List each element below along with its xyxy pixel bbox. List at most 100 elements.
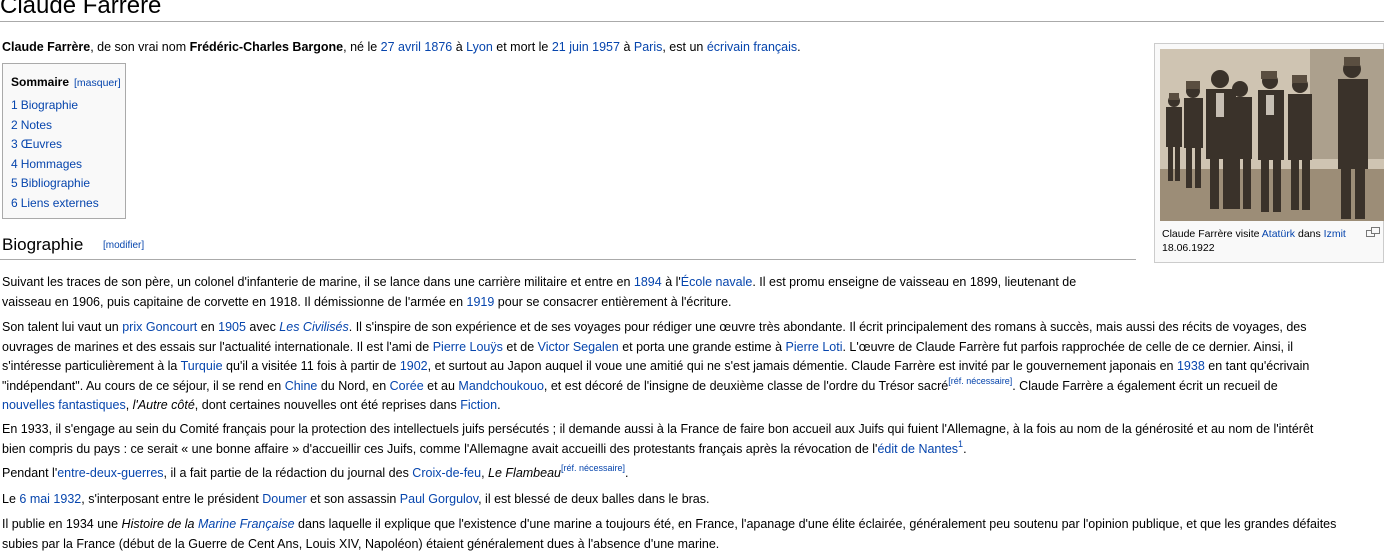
wiki-link[interactable]: Pierre Loti <box>786 340 843 354</box>
wiki-link[interactable]: École navale <box>681 275 753 289</box>
toc-item[interactable]: 3 Œuvres <box>11 137 99 157</box>
text-run: , et surtout au Japon auquel il voue une… <box>427 359 1177 373</box>
text-run: à <box>452 40 467 54</box>
toc-item[interactable]: 1 Biographie <box>11 98 99 118</box>
lead-paragraph: Claude Farrère, de son vrai nom Frédéric… <box>2 40 1142 55</box>
text-run: Suivant les traces de son père, un colon… <box>2 275 634 289</box>
toc-link[interactable]: 4 Hommages <box>11 157 82 171</box>
text-run: Pendant l' <box>2 466 58 480</box>
text-run: qu'il a visitée 11 fois à partir de <box>222 359 400 373</box>
text-run: , il est blessé de deux balles dans le b… <box>478 492 710 506</box>
wiki-link[interactable]: 27 avril 1876 <box>381 40 453 54</box>
wiki-link[interactable]: Chine <box>285 379 318 393</box>
wiki-link[interactable]: Paul Gorgulov <box>400 492 478 506</box>
text-run: . Il est promu enseigne de vaisseau en 1… <box>752 275 1077 289</box>
text-run: subies par la France (début de la Guerre… <box>2 536 720 551</box>
text-run: . <box>797 40 801 54</box>
wiki-link[interactable]: Mandchoukouo <box>458 379 543 393</box>
enlarge-icon[interactable] <box>1366 227 1380 237</box>
text-run: et son assassin <box>306 492 400 506</box>
wiki-link[interactable]: Les Civilisés <box>279 320 348 334</box>
italic-text: Histoire de la <box>121 517 198 531</box>
wiki-link[interactable]: Marine Française <box>198 517 295 531</box>
text-run: et porta une grande estime à <box>618 339 786 354</box>
text-run: , s'interposant entre le président <box>81 492 263 506</box>
thumbnail-figure: Claude Farrère visite Atatürk dans Izmit… <box>1154 43 1384 263</box>
wiki-link[interactable]: Pierre Louÿs <box>433 340 503 354</box>
wiki-link[interactable]: 1919 <box>467 295 495 309</box>
wiki-link[interactable]: 1905 <box>218 320 246 334</box>
wiki-link[interactable]: prix Goncourt <box>122 320 197 334</box>
paragraph-5: Le 6 mai 1932, s'interposant entre le pr… <box>2 490 1384 510</box>
toc-number: 6 <box>11 195 18 210</box>
wiki-link[interactable]: édit de Nantes <box>877 442 958 456</box>
toc-link[interactable]: 1 Biographie <box>11 98 78 112</box>
text-run: en tant qu'écrivain <box>1204 359 1310 373</box>
wiki-link[interactable]: entre-deux-guerres <box>57 466 163 480</box>
toc-number: 4 <box>11 156 18 171</box>
text-run: En 1933, il s'engage au sein du Comité f… <box>2 422 1314 436</box>
text-run: . Il s'inspire de son expérience et de s… <box>348 320 1307 334</box>
toc-item[interactable]: 5 Bibliographie <box>11 176 99 196</box>
wiki-link[interactable]: Turquie <box>181 359 223 373</box>
toc-link[interactable]: 2 Notes <box>11 118 52 132</box>
toc-label: Liens externes <box>20 195 99 210</box>
paragraph-4: Pendant l'entre-deux-guerres, il a fait … <box>2 464 1384 484</box>
title-divider <box>0 21 1384 22</box>
text-run: dans laquelle il explique que l'existenc… <box>294 517 1337 531</box>
toc-item[interactable]: 4 Hommages <box>11 157 99 177</box>
text-run: , <box>481 466 489 480</box>
wiki-link[interactable]: nouvelles fantastiques <box>2 398 126 412</box>
toc-hide-link[interactable]: [masquer] <box>74 77 121 89</box>
toc-title: Sommaire <box>11 75 70 89</box>
edit-section-link[interactable]: [modifier] <box>103 240 144 251</box>
text-run: . <box>963 441 967 456</box>
reference-note[interactable]: [réf. nécessaire] <box>948 376 1012 386</box>
wiki-link[interactable]: Doumer <box>262 492 306 506</box>
text-run: et au <box>423 378 459 393</box>
text-run: dans <box>1295 228 1324 240</box>
wiki-link[interactable]: 1938 <box>1177 359 1205 373</box>
wiki-link[interactable]: Victor Segalen <box>538 340 619 354</box>
text-run: Le <box>2 492 20 506</box>
toc-list: 1 Biographie 2 Notes 3 Œuvres 4 Hommages 5 Biblio… <box>11 98 99 216</box>
page-title: Claude Farrère <box>0 0 162 19</box>
text-run: en <box>197 320 219 334</box>
text-run: "indépendant". Au cours de ce séjour, il… <box>2 378 285 393</box>
toc-link[interactable]: 5 Bibliographie <box>11 176 90 190</box>
toc-item[interactable]: 2 Notes <box>11 118 99 138</box>
toc-label: Bibliographie <box>20 176 91 191</box>
text-run: du Nord, en <box>317 378 390 393</box>
toc-number: 2 <box>11 117 18 132</box>
toc-label: Biographie <box>20 98 79 112</box>
photo-farrere-ataturk[interactable] <box>1160 49 1384 221</box>
wiki-link[interactable]: 21 juin 1957 <box>552 40 620 54</box>
text-run: pour se consacrer entièrement à l'écritu… <box>494 294 732 309</box>
wiki-link[interactable]: Fiction <box>460 398 497 412</box>
wiki-link[interactable]: Atatürk <box>1262 228 1295 240</box>
text-run: . <box>497 398 501 412</box>
text-run: s'intéresse particulièrement à la <box>2 359 181 373</box>
toc-number: 1 <box>11 98 18 112</box>
text-run: . Claude Farrère a également écrit un re… <box>1012 378 1278 393</box>
wiki-link[interactable]: 1894 <box>634 275 662 289</box>
toc-link[interactable]: 6 Liens externes <box>11 196 99 210</box>
text-run: Son talent lui vaut un <box>2 320 123 334</box>
text-run: à <box>619 40 634 54</box>
section-heading-biographie: Biographie <box>2 235 84 254</box>
text-run: ouvrages de marines et des essais sur l'… <box>2 339 433 354</box>
wiki-link[interactable]: Izmit <box>1324 228 1346 240</box>
reference-note[interactable]: [réf. nécessaire] <box>561 463 625 473</box>
wiki-link[interactable]: Croix-de-feu <box>412 466 481 480</box>
wiki-link[interactable]: 1902 <box>400 359 428 373</box>
wiki-link[interactable]: Paris <box>634 40 662 54</box>
toc-item[interactable]: 6 Liens externes <box>11 196 99 216</box>
wiki-link[interactable]: Corée <box>390 379 424 393</box>
wiki-link[interactable]: Lyon <box>466 40 493 54</box>
italic-text: Le Flambeau <box>488 466 561 480</box>
text-run: . <box>625 466 629 480</box>
toc-link[interactable]: 3 Œuvres <box>11 137 62 151</box>
wiki-link[interactable]: écrivain français <box>707 40 797 54</box>
toc-label: Hommages <box>20 156 83 171</box>
wiki-link[interactable]: 6 mai 1932 <box>19 492 81 506</box>
